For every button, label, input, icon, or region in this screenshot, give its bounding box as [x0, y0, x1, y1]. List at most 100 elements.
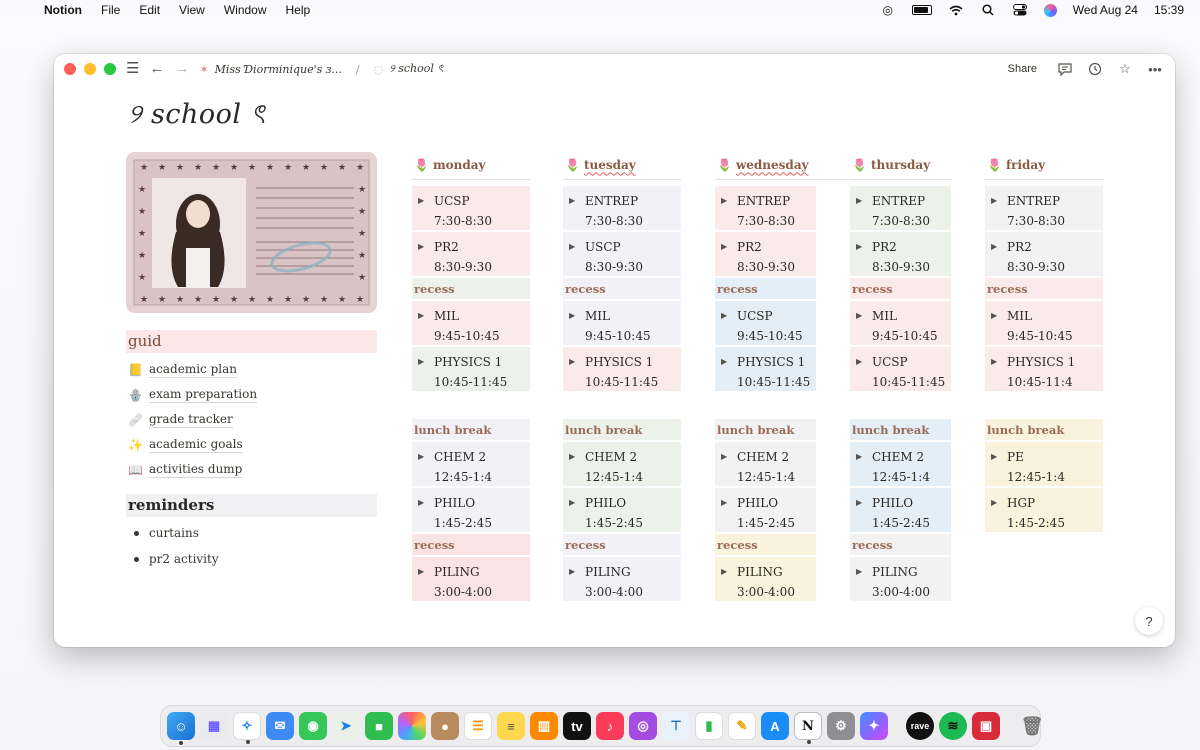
spotlight-search-icon[interactable]	[980, 3, 996, 17]
class-toggle[interactable]: ▶ PILING 3:00-4:00	[563, 557, 681, 601]
toggle-triangle-icon[interactable]: ▶	[569, 306, 585, 345]
toggle-triangle-icon[interactable]: ▶	[569, 493, 585, 532]
favorite-star-icon[interactable]: ☆	[1117, 61, 1133, 77]
class-toggle[interactable]: ▶ UCSP 9:45-10:45	[715, 301, 816, 345]
class-toggle[interactable]: ▶ PR2 8:30-9:30	[412, 232, 530, 276]
class-toggle[interactable]: ▶ PHILO 1:45-2:45	[715, 488, 816, 532]
zoom-window-button[interactable]	[104, 63, 116, 75]
class-toggle[interactable]: ▶ PILING 3:00-4:00	[715, 557, 816, 601]
class-toggle[interactable]: ▶ PILING 3:00-4:00	[850, 557, 951, 601]
notes-icon[interactable]: ≡	[497, 712, 525, 740]
finder-icon[interactable]: ☺	[167, 712, 195, 745]
class-toggle[interactable]: ▶ ENTREP 7:30-8:30	[715, 186, 816, 230]
day-heading-tuesday[interactable]: 🌷 tuesday	[563, 150, 681, 180]
guide-item-label[interactable]: activities dump	[149, 462, 243, 478]
messenger-icon[interactable]: ✦	[860, 712, 888, 740]
day-heading-wednesday[interactable]: 🌷 wednesday	[715, 150, 849, 180]
class-toggle[interactable]: ▶ PHILO 1:45-2:45	[412, 488, 530, 532]
class-toggle[interactable]: ▶ CHEM 2 12:45-1:4	[412, 442, 530, 486]
toggle-triangle-icon[interactable]: ▶	[569, 447, 585, 486]
class-toggle[interactable]: ▶ USCP 8:30-9:30	[563, 232, 681, 276]
toggle-triangle-icon[interactable]: ▶	[418, 447, 434, 486]
guide-item-exam-preparation[interactable]: 🪬 exam preparation	[128, 382, 258, 407]
class-toggle[interactable]: ▶ ENTREP 7:30-8:30	[563, 186, 681, 230]
class-toggle[interactable]: ▶ ENTREP 7:30-8:30	[985, 186, 1103, 230]
toggle-triangle-icon[interactable]: ▶	[721, 493, 737, 532]
guide-item-activities-dump[interactable]: 📖 activities dump	[128, 457, 257, 482]
class-toggle[interactable]: ▶ UCSP 10:45-11:45	[850, 347, 951, 391]
guide-item-label[interactable]: grade tracker	[149, 412, 233, 428]
toggle-triangle-icon[interactable]: ▶	[856, 493, 872, 532]
toggle-triangle-icon[interactable]: ▶	[721, 237, 737, 276]
app-store-icon[interactable]: A	[761, 712, 789, 740]
menu-file[interactable]: File	[101, 3, 120, 17]
back-arrow-icon[interactable]: ←	[149, 61, 164, 76]
system-settings-icon[interactable]: ⚙	[827, 712, 855, 740]
contacts-icon[interactable]: ●	[431, 712, 459, 740]
toggle-triangle-icon[interactable]: ▶	[721, 447, 737, 486]
toggle-triangle-icon[interactable]: ▶	[856, 352, 872, 391]
menu-window[interactable]: Window	[224, 3, 267, 17]
class-toggle[interactable]: ▶ PE 12:45-1:4	[985, 442, 1103, 486]
toggle-triangle-icon[interactable]: ▶	[569, 352, 585, 391]
books-icon[interactable]: ▥	[530, 712, 558, 740]
breadcrumb-current[interactable]: ୨ school ৎ	[389, 60, 443, 79]
rave-app-icon[interactable]: rave	[906, 712, 934, 740]
mail-icon[interactable]: ✉	[266, 712, 294, 740]
share-button[interactable]: Share	[1008, 63, 1037, 75]
menu-edit[interactable]: Edit	[139, 3, 160, 17]
toggle-triangle-icon[interactable]: ▶	[569, 237, 585, 276]
guide-heading[interactable]: guid	[126, 330, 377, 353]
battery-icon[interactable]	[911, 5, 932, 15]
red-app-icon[interactable]: ▣	[972, 712, 1000, 740]
minimize-window-button[interactable]	[84, 63, 96, 75]
keynote-icon[interactable]: ⊤	[662, 712, 690, 740]
toggle-triangle-icon[interactable]: ▶	[721, 352, 737, 391]
menu-app-notion[interactable]: Notion	[44, 3, 82, 17]
toggle-triangle-icon[interactable]: ▶	[721, 562, 737, 601]
reminders-heading[interactable]: reminders	[126, 494, 377, 517]
music-icon[interactable]: ♪	[596, 712, 624, 740]
breadcrumb-parent[interactable]: Miss Ɗiorminique's ɜ...	[215, 63, 342, 76]
menubar-date[interactable]: Wed Aug 24	[1073, 3, 1138, 17]
class-toggle[interactable]: ▶ CHEM 2 12:45-1:4	[715, 442, 816, 486]
toggle-triangle-icon[interactable]: ▶	[856, 447, 872, 486]
menu-view[interactable]: View	[179, 3, 205, 17]
notion-app-icon[interactable]: N	[794, 712, 822, 744]
toggle-triangle-icon[interactable]: ▶	[418, 191, 434, 230]
toggle-triangle-icon[interactable]: ▶	[991, 447, 1007, 486]
toggle-triangle-icon[interactable]: ▶	[418, 562, 434, 601]
facetime-icon[interactable]: ■	[365, 712, 393, 740]
toggle-triangle-icon[interactable]: ▶	[991, 352, 1007, 391]
more-options-icon[interactable]: •••	[1147, 61, 1163, 77]
toggle-triangle-icon[interactable]: ▶	[856, 562, 872, 601]
class-toggle[interactable]: ▶ PHYSICS 1 10:45-11:45	[563, 347, 681, 391]
class-toggle[interactable]: ▶ PR2 8:30-9:30	[715, 232, 816, 276]
class-toggle[interactable]: ▶ PR2 8:30-9:30	[850, 232, 951, 276]
toggle-triangle-icon[interactable]: ▶	[991, 493, 1007, 532]
guide-item-label[interactable]: academic plan	[149, 362, 237, 378]
toggle-triangle-icon[interactable]: ▶	[569, 562, 585, 601]
day-heading-thursday[interactable]: 🌷 thursday	[850, 150, 951, 180]
class-toggle[interactable]: ▶ HGP 1:45-2:45	[985, 488, 1103, 532]
spotify-icon[interactable]: ≋	[939, 712, 967, 740]
guide-item-label[interactable]: academic goals	[149, 437, 243, 453]
guide-item-grade-tracker[interactable]: 🩹 grade tracker	[128, 407, 257, 432]
toggle-triangle-icon[interactable]: ▶	[418, 237, 434, 276]
guide-item-academic-goals[interactable]: ✨ academic goals	[128, 432, 257, 457]
numbers-icon[interactable]: ▮	[695, 712, 723, 740]
class-toggle[interactable]: ▶ CHEM 2 12:45-1:4	[850, 442, 951, 486]
help-button[interactable]: ?	[1135, 607, 1163, 635]
class-toggle[interactable]: ▶ PHYSICS 1 10:45-11:45	[715, 347, 816, 391]
class-toggle[interactable]: ▶ PR2 8:30-9:30	[985, 232, 1103, 276]
comments-icon[interactable]	[1057, 61, 1073, 77]
reminder-item[interactable]: curtains	[134, 520, 219, 546]
class-toggle[interactable]: ▶ MIL 9:45-10:45	[985, 301, 1103, 345]
toggle-triangle-icon[interactable]: ▶	[721, 191, 737, 230]
toggle-triangle-icon[interactable]: ▶	[418, 493, 434, 532]
airdrop-icon[interactable]: ◎	[880, 3, 896, 17]
messages-icon[interactable]: ◉	[299, 712, 327, 740]
toggle-triangle-icon[interactable]: ▶	[991, 306, 1007, 345]
menubar-time[interactable]: 15:39	[1154, 3, 1184, 17]
class-toggle[interactable]: ▶ PILING 3:00-4:00	[412, 557, 530, 601]
